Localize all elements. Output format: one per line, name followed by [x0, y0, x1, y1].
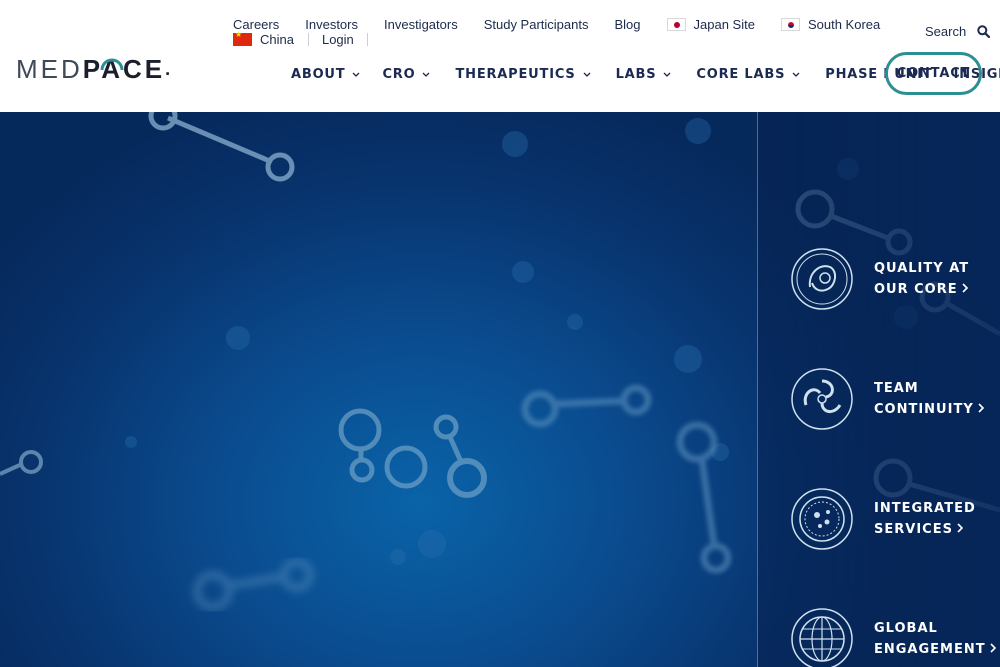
feature-text: GLOBAL ENGAGEMENT: [874, 618, 996, 660]
study-participants-link[interactable]: Study Participants: [484, 17, 589, 32]
integrated-services-icon: [791, 488, 853, 550]
logo-dot: .: [165, 58, 174, 79]
south-korea-flag-icon: [780, 17, 800, 31]
feature-line-2: OUR CORE: [874, 279, 969, 300]
chevron-down-icon: [423, 72, 430, 77]
medpace-logo[interactable]: MED PACE .: [16, 54, 173, 84]
south-korea-link[interactable]: South Korea: [780, 16, 881, 32]
nav-item-label: LABS: [615, 66, 657, 82]
investigators-link[interactable]: Investigators: [384, 17, 458, 32]
feature-quality-at-our-core[interactable]: QUALITY AT OUR CORE: [790, 247, 969, 311]
nav-item-label: CRO: [382, 66, 416, 82]
logo-arc-icon: [100, 58, 124, 70]
login-link[interactable]: Login: [322, 32, 354, 47]
china-label: China: [260, 31, 294, 47]
utility-row-1: Careers Investors Investigators Study Pa…: [233, 16, 880, 32]
site-header: MED PACE . Careers Investors Investigato…: [0, 0, 1000, 112]
nav-item-label: THERAPEUTICS: [455, 66, 576, 82]
feature-line-1: INTEGRATED: [874, 501, 976, 516]
chevron-right-icon: [990, 643, 996, 653]
japan-site-link[interactable]: Japan Site: [666, 16, 755, 32]
feature-team-continuity[interactable]: TEAM CONTINUITY: [790, 367, 984, 431]
chevron-right-icon: [978, 403, 984, 413]
feature-line-1: QUALITY AT: [874, 261, 970, 276]
feature-integrated-services[interactable]: INTEGRATED SERVICES: [790, 487, 976, 551]
logo-text-med: MED: [16, 53, 83, 84]
nav-item-label: CORE LABS: [696, 66, 786, 82]
chevron-down-icon: [792, 72, 800, 77]
south-korea-label: South Korea: [807, 16, 881, 32]
divider: [307, 32, 309, 46]
feature-text: TEAM CONTINUITY: [874, 378, 984, 420]
divider: [366, 32, 368, 46]
nav-item-about[interactable]: ABOUT: [291, 65, 360, 83]
nav-item-label: ABOUT: [291, 66, 346, 82]
search-button[interactable]: Search: [925, 24, 991, 39]
feature-line-2: CONTINUITY: [874, 399, 984, 420]
chevron-right-icon: [962, 283, 968, 293]
japan-flag-icon: [666, 17, 686, 31]
nav-item-therapeutics[interactable]: THERAPEUTICS: [455, 65, 591, 83]
hero-section: QUALITY AT OUR CORE TEAM CONTINUITY INTE…: [0, 112, 1000, 667]
feature-line-1: GLOBAL: [874, 621, 938, 636]
chevron-down-icon: [352, 72, 360, 77]
utility-row-2: China Login: [233, 30, 873, 47]
nav-item-labs[interactable]: LABS: [616, 65, 672, 83]
china-link[interactable]: China: [233, 30, 294, 47]
logo-text-pace: PACE: [83, 54, 165, 85]
contact-button[interactable]: CONTACT: [885, 52, 982, 95]
team-continuity-icon: [791, 368, 853, 430]
feature-global-engagement[interactable]: GLOBAL ENGAGEMENT: [790, 607, 996, 667]
blog-link[interactable]: Blog: [614, 17, 640, 32]
feature-line-1: TEAM: [874, 381, 919, 396]
nav-item-cro[interactable]: CRO: [382, 65, 430, 83]
chevron-down-icon: [583, 72, 591, 77]
search-icon: [977, 25, 991, 38]
search-label: Search: [925, 24, 967, 39]
investors-link[interactable]: Investors: [305, 17, 358, 32]
global-engagement-icon: [791, 608, 853, 667]
feature-line-2: ENGAGEMENT: [874, 639, 996, 660]
feature-text: QUALITY AT OUR CORE: [874, 258, 969, 300]
quality-core-icon: [791, 248, 853, 310]
china-flag-icon: [233, 30, 252, 46]
utility-nav: Careers Investors Investigators Study Pa…: [233, 16, 880, 47]
chevron-down-icon: [663, 72, 671, 77]
japan-site-label: Japan Site: [693, 16, 755, 32]
chevron-right-icon: [957, 523, 963, 533]
feature-line-2: SERVICES: [874, 519, 976, 540]
nav-item-core-labs[interactable]: CORE LABS: [696, 65, 800, 83]
feature-text: INTEGRATED SERVICES: [874, 498, 976, 540]
